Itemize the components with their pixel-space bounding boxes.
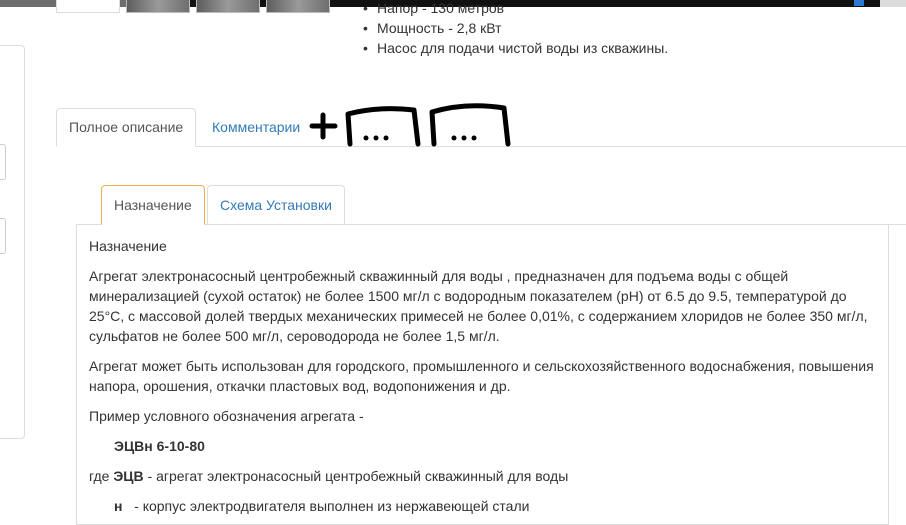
sidebar-input[interactable] [0, 218, 6, 254]
tab-comments[interactable]: Комментарии [200, 109, 312, 146]
handwritten-annotation [309, 103, 511, 147]
tab-full-description[interactable]: Полное описание [56, 108, 197, 147]
sidebar-input[interactable] [0, 144, 6, 180]
definition-text: - корпус электродвигателя выполнен из не… [134, 498, 530, 514]
spec-item: Насос для подачи чистой воды из скважины… [361, 38, 668, 58]
thumbnail[interactable] [126, 0, 190, 13]
example-code: ЭЦВн 6-10-80 [114, 438, 205, 454]
spec-item: Напор - 130 метров [361, 0, 668, 18]
thumbnail[interactable] [56, 0, 120, 13]
definition-code: н [114, 498, 123, 514]
definition-text: - агрегат электронасосный центробежный с… [143, 468, 569, 484]
paragraph-line: Агрегат может быть использован для город… [89, 358, 874, 374]
definition-prefix: где [89, 468, 110, 484]
top-bar-control[interactable] [880, 0, 906, 7]
spec-list: Напор - 130 метров Мощность - 2,8 кВт На… [361, 0, 668, 58]
definition-line: где ЭЦВ - агрегат электронасосный центро… [89, 466, 568, 486]
thumbnail[interactable] [266, 0, 330, 13]
section-heading: Назначение [89, 238, 167, 254]
paragraph-line: сульфатов не более 500 мг/л, сероводород… [89, 328, 500, 344]
thumbnail[interactable] [196, 0, 260, 13]
paragraph-line: 25°С, с массовой долей твердых механичес… [89, 308, 868, 324]
top-bar-icon[interactable] [854, 0, 864, 6]
paragraph-line: Агрегат электронасосный центробежный скв… [89, 268, 789, 284]
definition-code: ЭЦВ [113, 468, 144, 484]
spec-item: Мощность - 2,8 кВт [361, 18, 668, 38]
definition-line: н - корпус электродвигателя выполнен из … [114, 496, 529, 516]
tab-purpose[interactable]: Назначение [101, 185, 205, 225]
tab-content-panel: Назначение Агрегат электронасосный центр… [76, 224, 889, 525]
paragraph-line: минерализацией (сухой остаток) не более … [89, 288, 847, 304]
description-subtabs: Назначение Схема Установки [76, 185, 906, 225]
tab-installation-scheme[interactable]: Схема Установки [207, 185, 345, 224]
example-label: Пример условного обозначения агрегата - [89, 408, 364, 424]
paragraph-line: напора, орошения, откачки пластовых вод,… [89, 378, 511, 394]
